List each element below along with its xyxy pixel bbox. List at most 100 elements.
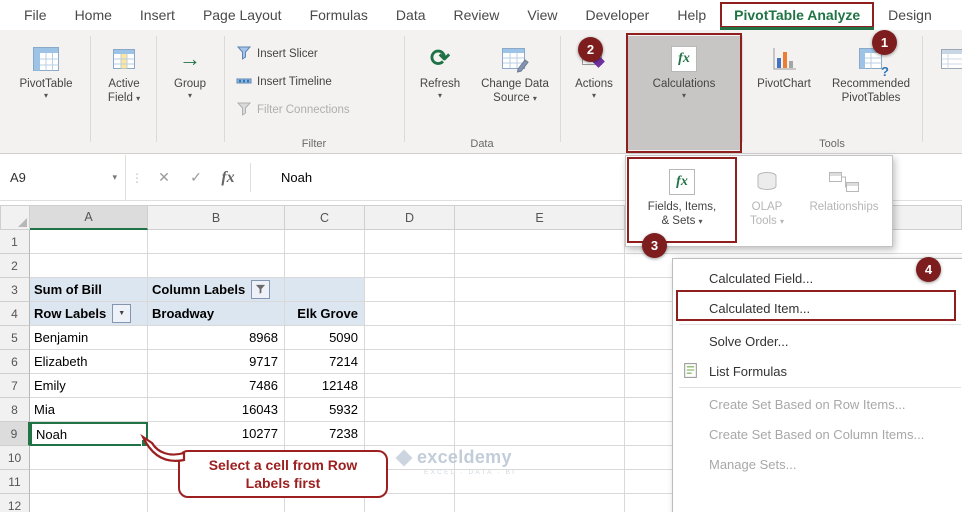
cell-c9[interactable]: 7238: [285, 422, 365, 446]
row-header-7[interactable]: 7: [0, 374, 30, 398]
cell-e6[interactable]: [455, 350, 625, 374]
tab-insert[interactable]: Insert: [126, 2, 189, 28]
row-header-9[interactable]: 9: [0, 422, 30, 446]
cell-a7[interactable]: Emily: [30, 374, 148, 398]
insert-function-icon[interactable]: fx: [212, 155, 244, 200]
cell-c5[interactable]: 5090: [285, 326, 365, 350]
row-header-6[interactable]: 6: [0, 350, 30, 374]
tab-file[interactable]: File: [10, 2, 61, 28]
cell-e5[interactable]: [455, 326, 625, 350]
row-header-1[interactable]: 1: [0, 230, 30, 254]
cell-a10[interactable]: [30, 446, 148, 470]
cell-a4-row-labels[interactable]: Row Labels ▼: [30, 302, 148, 326]
cell-b5[interactable]: 8968: [148, 326, 285, 350]
pivotchart-button[interactable]: PivotChart: [748, 36, 820, 150]
fields-items-sets-button[interactable]: fx Fields, Items, & Sets ▾: [628, 161, 736, 241]
cell-a2[interactable]: [30, 254, 148, 278]
pivottable-button[interactable]: PivotTable ▾: [8, 36, 84, 150]
cell-d2[interactable]: [365, 254, 455, 278]
column-header-d[interactable]: D: [365, 205, 455, 230]
column-header-a[interactable]: A: [30, 205, 148, 230]
cell-c8[interactable]: 5932: [285, 398, 365, 422]
column-header-b[interactable]: B: [148, 205, 285, 230]
cell-b1[interactable]: [148, 230, 285, 254]
cell-e8[interactable]: [455, 398, 625, 422]
cell-c3[interactable]: [285, 278, 365, 302]
tab-page-layout[interactable]: Page Layout: [189, 2, 296, 28]
cell-b6[interactable]: 9717: [148, 350, 285, 374]
show-group-partial-button[interactable]: [932, 36, 962, 150]
tab-design[interactable]: Design: [874, 2, 946, 28]
row-labels-dropdown-icon[interactable]: ▼: [112, 304, 132, 323]
cell-d9[interactable]: [365, 422, 455, 446]
active-field-button[interactable]: Active Field ▾: [96, 36, 152, 150]
cell-d5[interactable]: [365, 326, 455, 350]
row-header-2[interactable]: 2: [0, 254, 30, 278]
row-header-11[interactable]: 11: [0, 470, 30, 494]
cell-d6[interactable]: [365, 350, 455, 374]
row-header-3[interactable]: 3: [0, 278, 30, 302]
column-header-e[interactable]: E: [455, 205, 625, 230]
cell-c7[interactable]: 12148: [285, 374, 365, 398]
tab-pivottable-analyze[interactable]: PivotTable Analyze: [720, 2, 875, 30]
cell-b3-column-labels[interactable]: Column Labels: [148, 278, 285, 302]
cell-b2[interactable]: [148, 254, 285, 278]
cell-d8[interactable]: [365, 398, 455, 422]
name-box[interactable]: A9 ▾: [0, 155, 126, 200]
cell-e3[interactable]: [455, 278, 625, 302]
tab-formulas[interactable]: Formulas: [296, 2, 382, 28]
menu-item-list-formulas[interactable]: List Formulas: [673, 356, 962, 386]
name-box-chevron-icon[interactable]: ▾: [112, 172, 117, 183]
cell-d3[interactable]: [365, 278, 455, 302]
row-header-8[interactable]: 8: [0, 398, 30, 422]
cell-e9[interactable]: [455, 422, 625, 446]
tab-home[interactable]: Home: [61, 2, 126, 28]
cell-a1[interactable]: [30, 230, 148, 254]
insert-slicer-button[interactable]: Insert Slicer: [236, 44, 318, 64]
cell-a8[interactable]: Mia: [30, 398, 148, 422]
cell-d1[interactable]: [365, 230, 455, 254]
recommended-pivottables-button[interactable]: ? Recommended PivotTables: [824, 36, 918, 150]
cell-e2[interactable]: [455, 254, 625, 278]
cell-c1[interactable]: [285, 230, 365, 254]
cell-b7[interactable]: 7486: [148, 374, 285, 398]
column-header-c[interactable]: C: [285, 205, 365, 230]
cell-c4-elk-grove[interactable]: Elk Grove: [285, 302, 365, 326]
cell-b8[interactable]: 16043: [148, 398, 285, 422]
cell-c6[interactable]: 7214: [285, 350, 365, 374]
cell-a12[interactable]: [30, 494, 148, 512]
cell-e1[interactable]: [455, 230, 625, 254]
change-data-source-button[interactable]: Change Data Source ▾: [472, 36, 558, 150]
row-header-5[interactable]: 5: [0, 326, 30, 350]
refresh-button[interactable]: ⟳ Refresh ▾: [410, 36, 470, 150]
calculations-button[interactable]: fx Calculations ▾: [628, 36, 740, 150]
cell-a9-selected[interactable]: Noah: [30, 422, 149, 447]
tab-view[interactable]: View: [513, 2, 571, 28]
row-header-10[interactable]: 10: [0, 446, 30, 470]
cell-e7[interactable]: [455, 374, 625, 398]
column-labels-filter-icon[interactable]: [251, 280, 271, 299]
cell-c2[interactable]: [285, 254, 365, 278]
cell-d7[interactable]: [365, 374, 455, 398]
cell-e12[interactable]: [455, 494, 625, 512]
enter-icon[interactable]: ✓: [180, 155, 212, 200]
tab-review[interactable]: Review: [440, 2, 514, 28]
insert-timeline-button[interactable]: Insert Timeline: [236, 72, 332, 92]
menu-item-calculated-item[interactable]: Calculated Item...: [673, 293, 962, 323]
row-header-12[interactable]: 12: [0, 494, 30, 512]
row-header-4[interactable]: 4: [0, 302, 30, 326]
select-all-button[interactable]: [0, 205, 30, 230]
cell-b4-broadway[interactable]: Broadway: [148, 302, 285, 326]
cell-d4[interactable]: [365, 302, 455, 326]
cell-a6[interactable]: Elizabeth: [30, 350, 148, 374]
cell-a5[interactable]: Benjamin: [30, 326, 148, 350]
cancel-icon[interactable]: ✕: [148, 155, 180, 200]
cell-e4[interactable]: [455, 302, 625, 326]
tab-developer[interactable]: Developer: [572, 2, 664, 28]
cell-a3-sum-of-bill[interactable]: Sum of Bill: [30, 278, 148, 302]
tab-help[interactable]: Help: [663, 2, 720, 28]
cell-a11[interactable]: [30, 470, 148, 494]
menu-item-solve-order[interactable]: Solve Order...: [673, 326, 962, 356]
group-button[interactable]: → Group ▾: [162, 36, 218, 150]
tab-data[interactable]: Data: [382, 2, 440, 28]
